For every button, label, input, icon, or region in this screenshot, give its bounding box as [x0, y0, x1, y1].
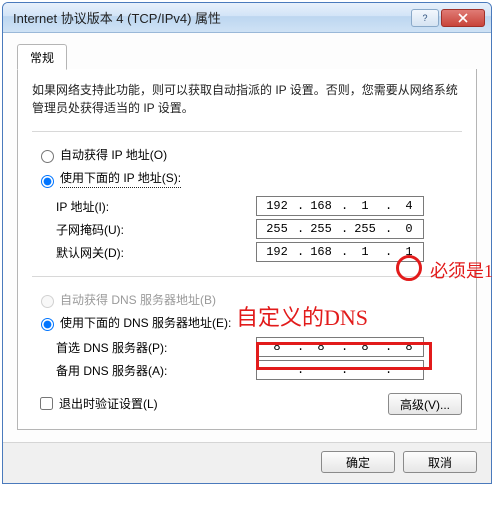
row-primary-dns: 首选 DNS 服务器(P): . . .	[56, 337, 462, 357]
row-gateway: 默认网关(D): . . .	[56, 242, 462, 262]
checkbox-validate-label: 退出时验证设置(L)	[59, 395, 158, 412]
help-button[interactable]: ?	[411, 9, 439, 27]
adns-octet-2[interactable]	[301, 362, 341, 378]
pdns-octet-1[interactable]	[257, 339, 297, 355]
gateway-octet-2[interactable]	[301, 244, 341, 260]
radio-auto-dns-input	[41, 295, 54, 308]
ip-octet-3[interactable]	[345, 198, 385, 214]
window-title: Internet 协议版本 4 (TCP/IPv4) 属性	[9, 8, 411, 27]
input-alt-dns[interactable]: . . .	[256, 360, 424, 380]
adns-octet-4[interactable]	[389, 362, 429, 378]
input-subnet[interactable]: . . .	[256, 219, 424, 239]
row-subnet: 子网掩码(U): . . .	[56, 219, 462, 239]
label-ip-address: IP 地址(I):	[56, 198, 256, 215]
label-subnet: 子网掩码(U):	[56, 221, 256, 238]
svg-text:?: ?	[422, 13, 427, 23]
pdns-octet-3[interactable]	[345, 339, 385, 355]
label-alt-dns: 备用 DNS 服务器(A):	[56, 362, 256, 379]
tab-panel: 如果网络支持此功能，则可以获取自动指派的 IP 设置。否则，您需要从网络系统管理…	[17, 69, 477, 430]
radio-manual-ip-label: 使用下面的 IP 地址(S):	[60, 169, 181, 188]
radio-auto-ip-input[interactable]	[41, 150, 54, 163]
subnet-octet-4[interactable]	[389, 221, 429, 237]
ip-octet-2[interactable]	[301, 198, 341, 214]
window-buttons: ?	[411, 9, 485, 27]
input-gateway[interactable]: . . .	[256, 242, 424, 262]
subnet-octet-1[interactable]	[257, 221, 297, 237]
input-primary-dns[interactable]: . . .	[256, 337, 424, 357]
label-primary-dns: 首选 DNS 服务器(P):	[56, 339, 256, 356]
ip-octet-1[interactable]	[257, 198, 297, 214]
radio-auto-ip[interactable]: 自动获得 IP 地址(O)	[36, 146, 462, 163]
radio-manual-dns-input[interactable]	[41, 318, 54, 331]
radio-auto-dns: 自动获得 DNS 服务器地址(B)	[36, 291, 462, 308]
radio-auto-ip-label: 自动获得 IP 地址(O)	[60, 146, 167, 163]
radio-manual-dns[interactable]: 使用下面的 DNS 服务器地址(E):	[36, 314, 462, 331]
ok-button[interactable]: 确定	[321, 451, 395, 473]
radio-manual-dns-label: 使用下面的 DNS 服务器地址(E):	[60, 314, 231, 331]
client-area: 常规 如果网络支持此功能，则可以获取自动指派的 IP 设置。否则，您需要从网络系…	[3, 33, 491, 442]
pdns-octet-4[interactable]	[389, 339, 429, 355]
radio-auto-dns-label: 自动获得 DNS 服务器地址(B)	[60, 291, 216, 308]
dialog-buttons: 确定 取消	[3, 442, 491, 483]
row-ip-address: IP 地址(I): . . .	[56, 196, 462, 216]
label-gateway: 默认网关(D):	[56, 244, 256, 261]
adns-octet-1[interactable]	[257, 362, 297, 378]
cancel-button[interactable]: 取消	[403, 451, 477, 473]
radio-manual-ip[interactable]: 使用下面的 IP 地址(S):	[36, 169, 462, 190]
ip-group: 自动获得 IP 地址(O) 使用下面的 IP 地址(S): IP 地址(I): …	[32, 131, 462, 262]
gateway-octet-3[interactable]	[345, 244, 385, 260]
adns-octet-3[interactable]	[345, 362, 385, 378]
dialog-window: Internet 协议版本 4 (TCP/IPv4) 属性 ? 常规 如果网络支…	[2, 2, 492, 484]
gateway-octet-1[interactable]	[257, 244, 297, 260]
titlebar[interactable]: Internet 协议版本 4 (TCP/IPv4) 属性 ?	[3, 3, 491, 33]
gateway-octet-4[interactable]	[389, 244, 429, 260]
pdns-octet-2[interactable]	[301, 339, 341, 355]
dns-group: 自动获得 DNS 服务器地址(B) 使用下面的 DNS 服务器地址(E): 首选…	[32, 276, 462, 380]
input-ip-address[interactable]: . . .	[256, 196, 424, 216]
tabstrip: 常规	[17, 43, 477, 70]
row-alt-dns: 备用 DNS 服务器(A): . . .	[56, 360, 462, 380]
subnet-octet-2[interactable]	[301, 221, 341, 237]
description-text: 如果网络支持此功能，则可以获取自动指派的 IP 设置。否则，您需要从网络系统管理…	[32, 81, 462, 117]
advanced-button[interactable]: 高级(V)...	[388, 393, 462, 415]
ip-octet-4[interactable]	[389, 198, 429, 214]
radio-manual-ip-input[interactable]	[41, 175, 54, 188]
close-button[interactable]	[441, 9, 485, 27]
subnet-octet-3[interactable]	[345, 221, 385, 237]
checkbox-validate-input[interactable]	[40, 397, 53, 410]
tab-general[interactable]: 常规	[17, 44, 67, 70]
